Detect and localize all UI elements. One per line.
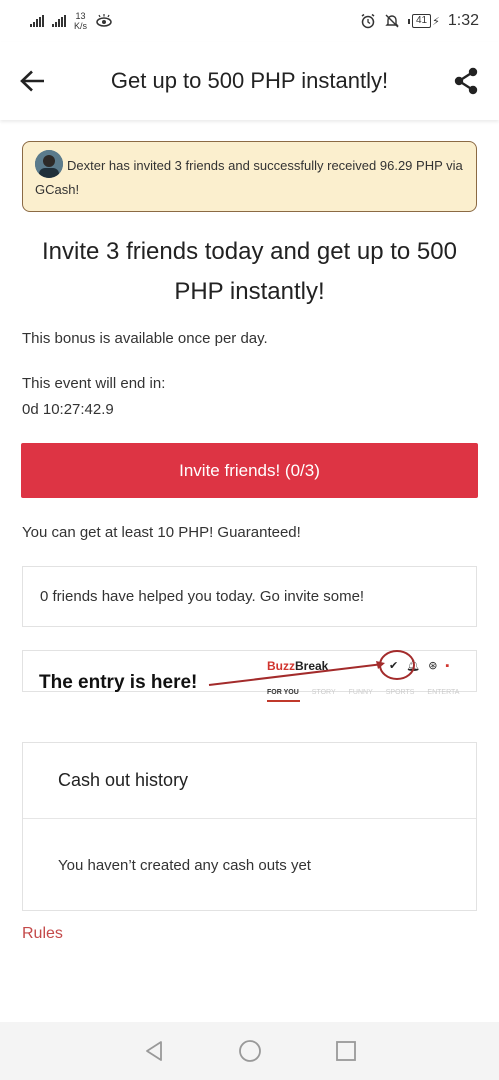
nav-recents-button[interactable] [334, 1039, 358, 1063]
back-arrow-icon [20, 70, 44, 92]
network-speed-unit: K/s [74, 21, 88, 31]
network-speed-value: 13 [75, 11, 86, 21]
signal-strength-icon [30, 15, 44, 27]
rules-link[interactable]: Rules [22, 925, 63, 943]
share-button[interactable] [439, 61, 479, 101]
signal-strength-icon-2 [52, 15, 66, 27]
bonus-note: This bonus is available once per day. [22, 330, 268, 347]
notice-text: Dexter has invited 3 friends and success… [35, 158, 463, 197]
helped-friends-card: 0 friends have helped you today. Go invi… [22, 566, 477, 627]
mute-bell-icon [385, 14, 399, 28]
helped-text: 0 friends have helped you today. Go invi… [40, 588, 365, 605]
status-right: 41 ⚡ 1:32 [360, 12, 479, 30]
battery-level: 41 [412, 14, 432, 28]
countdown-timer: 0d 10:27:42.9 [22, 401, 114, 418]
nav-back-icon [145, 1041, 162, 1061]
avatar [35, 149, 63, 178]
network-speed: 13 K/s [74, 11, 87, 31]
pointer-arrow-annotation [208, 650, 415, 686]
alarm-icon [361, 13, 375, 29]
cashout-history-title: Cash out history [23, 743, 476, 819]
nav-home-icon [238, 1040, 261, 1062]
back-button[interactable] [20, 61, 60, 101]
battery-icon: 41 ⚡ [408, 14, 440, 28]
page-title: Get up to 500 PHP instantly! [110, 68, 389, 93]
cashout-history-card: Cash out history You haven’t created any… [22, 742, 477, 911]
share-icon [454, 67, 478, 95]
nav-home-button[interactable] [238, 1039, 262, 1063]
invite-success-notice: Dexter has invited 3 friends and success… [22, 141, 477, 212]
entry-hint-card: The entry is here! BuzzBreak FOR YOU STO… [22, 650, 477, 702]
event-end-label: This event will end in: [22, 375, 166, 392]
nav-back-button[interactable] [142, 1039, 166, 1063]
nav-recents-icon [335, 1041, 356, 1061]
system-nav-bar [0, 1022, 499, 1080]
app-header: Get up to 500 PHP instantly! [0, 42, 499, 120]
cashout-empty-state: You haven’t created any cash outs yet [58, 856, 311, 874]
eye-comfort-icon [96, 14, 112, 27]
headline: Invite 3 friends today and get up to 500… [42, 238, 457, 305]
active-tab-underline [267, 700, 300, 702]
invite-friends-button[interactable]: Invite friends! (0/3) [21, 443, 478, 498]
status-bar: 13 K/s 41 ⚡ 1:32 [0, 0, 499, 42]
clock: 1:32 [447, 12, 479, 29]
status-left: 13 K/s [30, 11, 113, 31]
guarantee-text: You can get at least 10 PHP! Guaranteed! [22, 524, 301, 541]
